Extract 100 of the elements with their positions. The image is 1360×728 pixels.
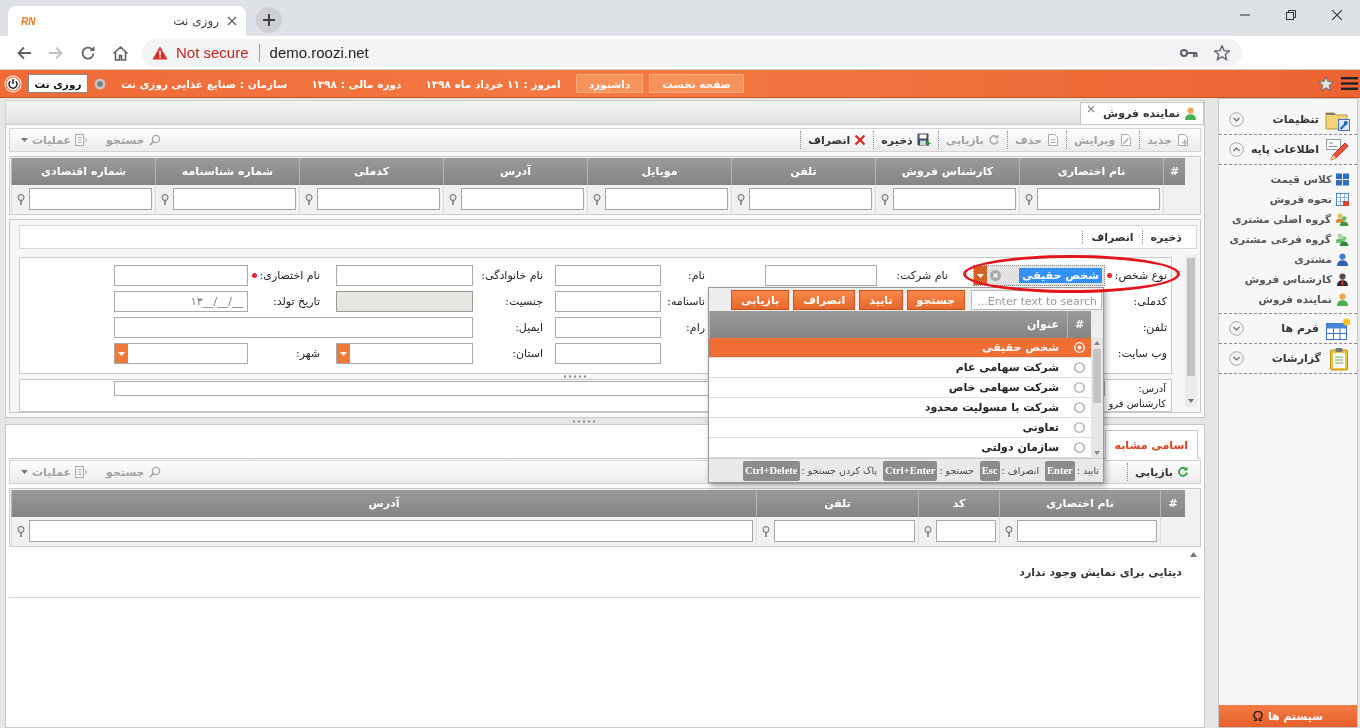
filter-field[interactable] — [605, 188, 728, 210]
list-option[interactable]: شرکت سهامی عام — [709, 358, 1091, 378]
popup-button[interactable]: تایید — [859, 290, 903, 310]
expand-icon[interactable] — [1229, 351, 1244, 366]
column-header[interactable]: کارشناس فروش — [875, 158, 1019, 185]
pin-icon[interactable] — [737, 193, 745, 205]
sidebar-item[interactable]: گروه اصلی مشتری — [1219, 209, 1357, 229]
sidebar-item[interactable]: مشتری — [1219, 249, 1357, 269]
filter-field[interactable] — [749, 188, 872, 210]
popup-button[interactable]: انصراف — [793, 290, 856, 310]
toolbar-link[interactable]: ذخیره — [1141, 230, 1190, 244]
toolbar-link[interactable]: انصراف — [1082, 230, 1142, 244]
filter-field[interactable] — [29, 520, 753, 542]
new-tab-icon[interactable] — [256, 7, 282, 33]
grip-icon[interactable] — [573, 419, 597, 423]
radio-icon[interactable] — [1073, 362, 1085, 373]
search-field[interactable]: Enter text to search... — [971, 290, 1102, 310]
filter-field[interactable] — [774, 520, 915, 542]
caret-icon[interactable] — [977, 273, 984, 278]
column-header[interactable]: تلفن — [731, 158, 875, 185]
star-icon[interactable] — [1318, 75, 1335, 92]
caret-icon[interactable] — [118, 351, 125, 356]
popup-button[interactable]: بازیابی — [731, 290, 790, 310]
reload-icon[interactable] — [80, 44, 96, 61]
filter-field[interactable] — [173, 188, 296, 210]
pin-icon[interactable] — [593, 193, 601, 205]
table-icon[interactable] — [1325, 316, 1351, 341]
address-bar[interactable]: Not secure demo.roozi.net — [142, 38, 1242, 67]
column-header[interactable]: شماره اقتصادی — [11, 158, 155, 185]
pin-icon[interactable] — [17, 193, 25, 205]
sidebar-item[interactable]: کارشناس فروش — [1219, 269, 1357, 289]
text-field[interactable] — [555, 317, 661, 338]
close-icon[interactable] — [227, 16, 237, 26]
pin-icon[interactable] — [881, 193, 889, 205]
filter-field[interactable] — [317, 188, 440, 210]
column-header[interactable]: نام اختصاری — [999, 490, 1160, 517]
text-field[interactable] — [336, 265, 473, 286]
star-icon[interactable] — [1214, 44, 1230, 61]
dropdown-button[interactable] — [974, 266, 987, 285]
column-header[interactable]: # — [1067, 311, 1091, 338]
radio-selected-icon[interactable] — [1073, 342, 1085, 353]
refresh-icon[interactable] — [1177, 466, 1189, 478]
toolbar-button[interactable]: انصراف — [800, 131, 874, 149]
filter-field[interactable] — [1017, 520, 1157, 542]
column-header[interactable]: کدملی — [299, 158, 443, 185]
save-icon[interactable] — [916, 133, 931, 147]
text-field[interactable] — [555, 265, 661, 286]
column-header[interactable]: # — [1160, 490, 1185, 517]
list-option[interactable]: شرکت با مسولیت محدود — [709, 398, 1091, 418]
select-field[interactable] — [114, 343, 248, 364]
key-icon[interactable] — [1180, 47, 1198, 58]
date-field[interactable]: ۱۳__/__/__ — [114, 291, 248, 312]
column-header[interactable]: عنوان — [709, 311, 1067, 338]
sidebar-section[interactable]: گزارشات — [1219, 344, 1357, 374]
text-field[interactable] — [555, 291, 661, 312]
filter-field[interactable] — [461, 188, 584, 210]
home-icon[interactable] — [111, 44, 129, 61]
column-header[interactable]: موبایل — [587, 158, 731, 185]
pin-icon[interactable] — [924, 525, 932, 537]
expand-icon[interactable] — [1229, 112, 1244, 127]
toolbar-button[interactable]: بازیابی — [1126, 463, 1196, 481]
sidebar-section[interactable]: تنظیمات — [1219, 105, 1357, 135]
pencil-icon[interactable] — [1325, 137, 1351, 162]
text-field[interactable] — [114, 317, 473, 338]
pin-icon[interactable] — [449, 193, 457, 205]
sidebar-section[interactable]: فرم ها — [1219, 314, 1357, 344]
column-header[interactable]: آدرس — [11, 490, 756, 517]
column-header[interactable]: آدرس — [443, 158, 587, 185]
popup-button[interactable]: جستجو — [906, 290, 965, 310]
pin-icon[interactable] — [305, 193, 313, 205]
caret-icon[interactable] — [340, 351, 347, 356]
pin-icon[interactable] — [1005, 525, 1013, 537]
list-option[interactable]: شرکت سهامی خاص — [709, 378, 1091, 398]
menu-icon[interactable] — [1341, 76, 1358, 91]
filter-field[interactable] — [29, 188, 152, 210]
radio-icon[interactable] — [1073, 442, 1085, 453]
power-icon[interactable] — [4, 74, 22, 93]
radio-icon[interactable] — [1073, 382, 1085, 393]
sidebar-item[interactable]: نحوه فروش — [1219, 189, 1357, 209]
pin-icon[interactable] — [161, 193, 169, 205]
sidebar-section[interactable]: اطلاعات پایه — [1219, 135, 1357, 165]
select-field[interactable] — [336, 343, 473, 364]
systems-button[interactable]: سیستم ها — [1219, 705, 1357, 727]
text-field[interactable] — [114, 265, 248, 286]
sidebar-item[interactable]: گروه فرعی مشتری — [1219, 229, 1357, 249]
text-field[interactable] — [555, 343, 661, 364]
list-option[interactable]: شخص حقیقی — [709, 338, 1091, 358]
filter-field[interactable] — [936, 520, 996, 542]
dropdown-button[interactable] — [337, 344, 350, 363]
nav-button[interactable]: صفحه نخست — [649, 74, 744, 93]
select-field[interactable]: شخص حقیقی — [973, 265, 1105, 286]
list-option[interactable]: سازمان دولتی — [709, 438, 1091, 458]
collapse-icon[interactable] — [1229, 142, 1244, 157]
column-header[interactable]: # — [1163, 158, 1185, 185]
forward-icon[interactable] — [48, 44, 64, 61]
vertical-scrollbar[interactable] — [1091, 338, 1103, 458]
radio-icon[interactable] — [1073, 422, 1085, 433]
clear-icon[interactable] — [990, 270, 1001, 281]
sidebar-item[interactable]: کلاس قیمت — [1219, 169, 1357, 189]
text-field[interactable] — [765, 265, 877, 286]
